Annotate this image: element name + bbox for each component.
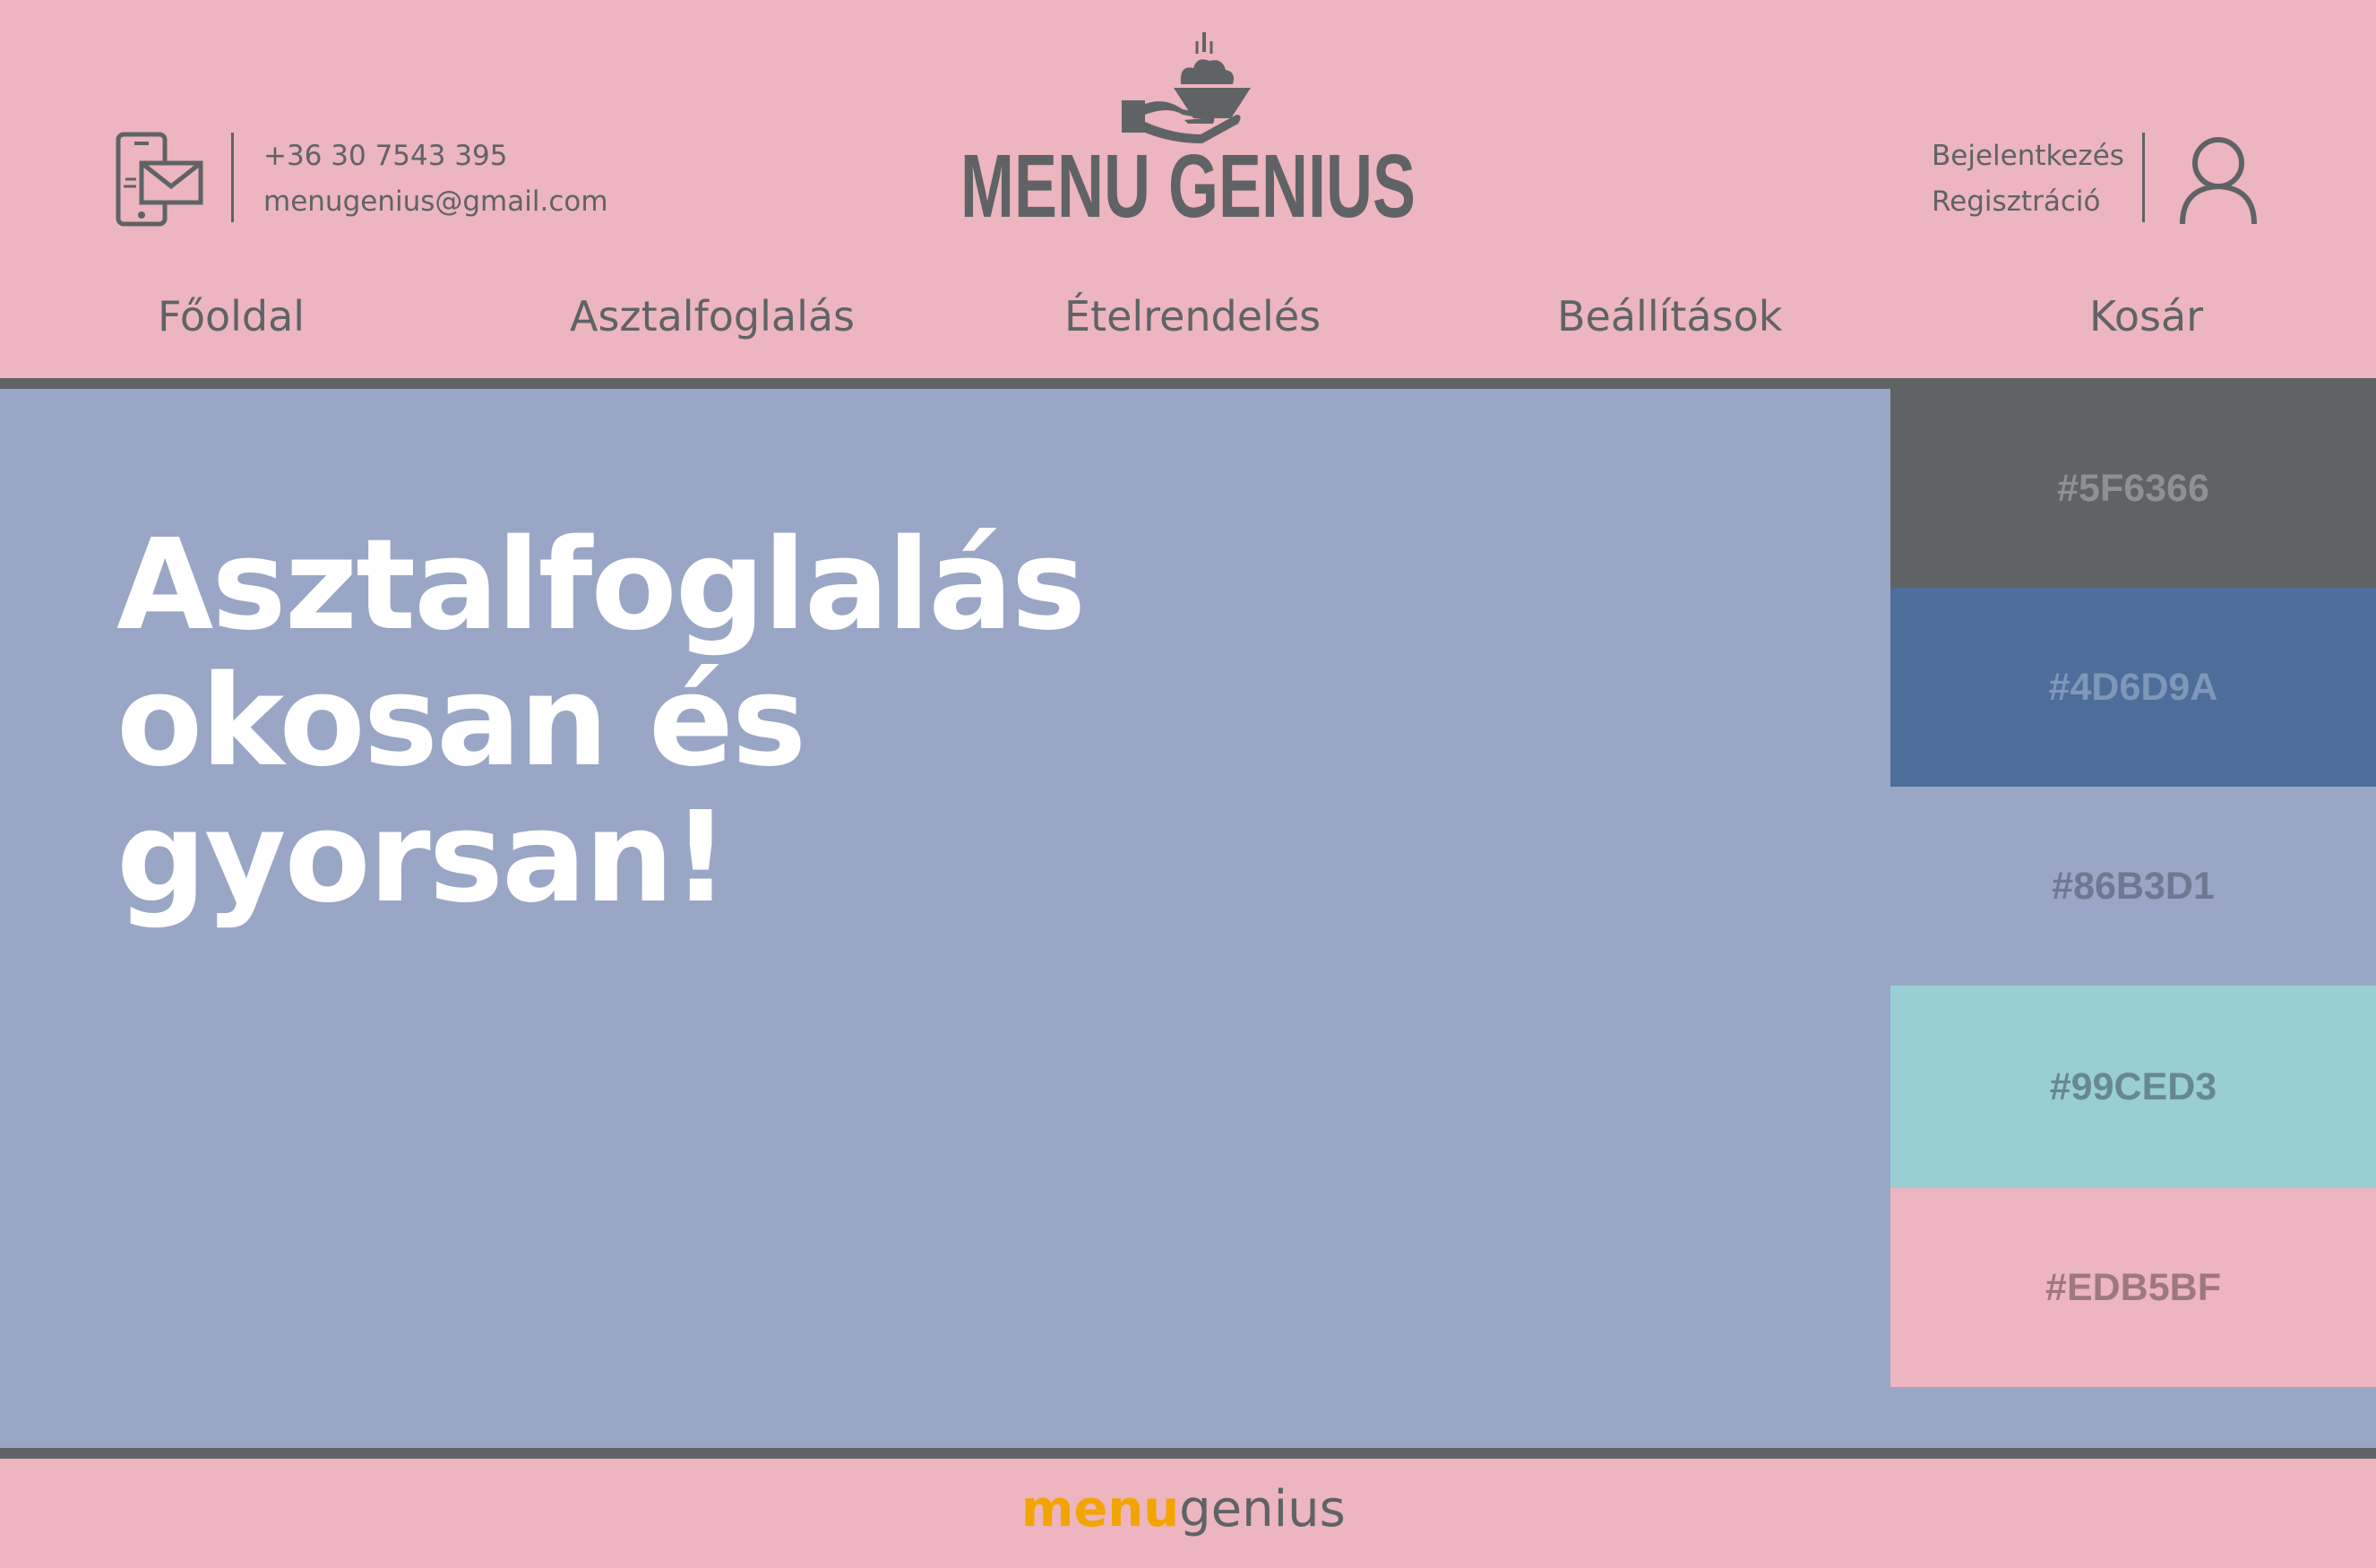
brand-wordmark[interactable]: MENU GENIUS	[957, 134, 1419, 237]
auth-divider	[2142, 133, 2145, 222]
hero-title-line: gyorsan!	[116, 785, 729, 931]
user-icon[interactable]	[2177, 134, 2260, 226]
swatch-hex-label: #86B3D1	[2052, 864, 2215, 908]
header-divider	[0, 378, 2376, 389]
hero-title-line: Asztalfoglalás	[116, 513, 1086, 659]
color-swatch: #86B3D1	[1890, 787, 2376, 986]
contact-phone[interactable]: +36 30 7543 395	[263, 140, 508, 172]
color-swatch: #5F6366	[1890, 389, 2376, 588]
swatch-hex-label: #4D6D9A	[2048, 665, 2218, 709]
footer-logo-genius: genius	[1179, 1480, 1346, 1538]
nav-item-food-order[interactable]: Ételrendelés	[1064, 292, 1321, 340]
nav-item-home[interactable]: Főoldal	[158, 292, 305, 340]
contact-email[interactable]: menugenius@gmail.com	[263, 185, 608, 218]
swatch-hex-label: #5F6366	[2057, 466, 2209, 510]
swatch-hex-label: #EDB5BF	[2045, 1265, 2221, 1309]
color-swatch: #99CED3	[1890, 986, 2376, 1188]
footer-divider	[0, 1448, 2376, 1459]
hero-title: Asztalfoglalás okosan és gyorsan!	[116, 518, 1192, 926]
color-palette: #5F6366 #4D6D9A #86B3D1 #99CED3 #EDB5BF	[1890, 389, 2376, 1387]
hero-title-line: okosan és	[116, 649, 806, 795]
register-link[interactable]: Regisztráció	[1932, 185, 2100, 218]
brand-name: MENU GENIUS	[960, 136, 1416, 233]
color-swatch: #4D6D9A	[1890, 588, 2376, 787]
color-swatch: #EDB5BF	[1890, 1188, 2376, 1387]
contact-divider	[231, 133, 234, 222]
footer-logo-menu: menu	[1021, 1480, 1180, 1538]
swatch-hex-label: #99CED3	[2049, 1064, 2217, 1108]
serving-hand-icon	[1120, 29, 1254, 145]
login-link[interactable]: Bejelentkezés	[1932, 140, 2124, 172]
phone-mail-icon	[115, 131, 204, 228]
nav-item-table-booking[interactable]: Asztalfoglalás	[570, 292, 855, 340]
nav-item-cart[interactable]: Kosár	[2089, 292, 2203, 340]
footer-logo[interactable]: menugenius	[1021, 1480, 1346, 1539]
nav-item-settings[interactable]: Beállítások	[1557, 292, 1782, 340]
